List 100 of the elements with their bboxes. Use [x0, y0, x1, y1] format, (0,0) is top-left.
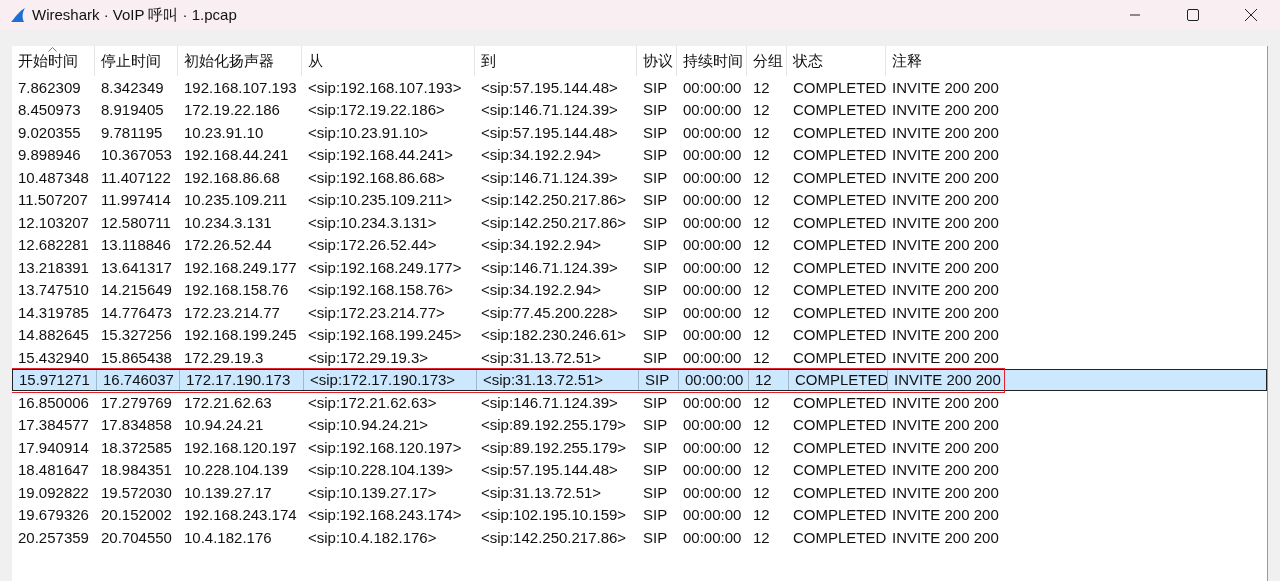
table-cell: <sip:172.17.190.173> [303, 369, 476, 390]
table-cell-text: COMPLETED [792, 100, 886, 121]
table-cell-text: INVITE 200 200 [891, 145, 1000, 166]
table-cell-text: 15.865438 [100, 347, 173, 368]
table-cell-text: 17.834858 [100, 415, 173, 436]
table-cell-text: 19.092822 [17, 482, 90, 503]
table-cell-text: 16.850006 [17, 392, 90, 413]
table-cell-text: <sip:192.168.107.193> [307, 77, 463, 98]
table-cell-text: <sip:146.71.124.39> [480, 392, 619, 413]
table-cell-text: 9.781195 [100, 122, 164, 143]
table-cell-text: 9.020355 [17, 122, 82, 143]
table-cell-text: INVITE 200 200 [891, 347, 1000, 368]
table-cell-text: 18.481647 [17, 460, 90, 481]
table-cell-text: <sip:10.23.91.10> [307, 122, 430, 143]
table-cell-text: COMPLETED [792, 460, 886, 481]
table-cell: 16.746037 [96, 369, 179, 390]
column-header[interactable]: 从 [302, 46, 475, 76]
column-header[interactable]: 状态 [787, 46, 886, 76]
table-cell-text: <sip:89.192.255.179> [480, 437, 628, 458]
table-cell-text: <sip:182.230.246.61> [480, 325, 628, 346]
maximize-icon [1186, 8, 1200, 22]
table-cell-text: 00:00:00 [682, 460, 743, 481]
table-cell-text: 20.704550 [100, 527, 173, 548]
table-cell-text: COMPLETED [792, 437, 886, 458]
table-cell-text: 00:00:00 [682, 190, 743, 211]
table-cell-text: 14.319785 [17, 302, 90, 323]
table-cell-text: <sip:172.23.214.77> [307, 302, 446, 323]
table-cell-text: COMPLETED [792, 122, 886, 143]
table-cell-text: 00:00:00 [682, 325, 743, 346]
table-cell-text: <sip:192.168.199.245> [307, 325, 463, 346]
table-cell-text: 00:00:00 [682, 505, 743, 526]
column-header[interactable]: 协议 [637, 46, 677, 76]
table-cell-text: SIP [642, 437, 669, 458]
table-cell-text: SIP [642, 145, 669, 166]
table-cell-text: 11.997414 [100, 190, 172, 211]
column-header[interactable]: 初始化扬声器 [178, 46, 302, 76]
column-header[interactable]: 注释 [886, 46, 1267, 76]
table-cell-text: 172.21.62.63 [183, 392, 273, 413]
table-cell-text: 14.776473 [100, 302, 173, 323]
table-cell-text: INVITE 200 200 [891, 235, 1000, 256]
table-cell-text: 20.257359 [17, 527, 90, 548]
column-header[interactable]: 到 [475, 46, 637, 76]
table-cell-text: INVITE 200 200 [891, 257, 1000, 278]
table-cell-text: SIP [642, 482, 669, 503]
column-header[interactable]: 停止时间 [95, 46, 178, 76]
table-cell-text: 12 [752, 347, 771, 368]
table-cell-text: 12 [752, 527, 771, 548]
table-cell-text: 172.23.214.77 [183, 302, 281, 323]
table-cell-text: 18.984351 [100, 460, 173, 481]
table-cell-text: 00:00:00 [682, 347, 743, 368]
table-cell-text: <sip:146.71.124.39> [480, 100, 619, 121]
table-cell-text: 12 [752, 437, 771, 458]
window-title: Wireshark · VoIP 呼叫 · 1.pcap [32, 5, 238, 25]
table-cell-text: 11.407122 [100, 167, 172, 188]
selected-row[interactable]: 15.971271 16.746037 172.17.190.173 <sip:172.17.190.173> <sip:31.13.72.51> SIP 00:00:00 12 COMPLETED INVITE 200 200 [12, 368, 1267, 391]
table-cell-text: 12 [752, 302, 771, 323]
table-cell-text: INVITE 200 200 [891, 100, 1000, 121]
table-cell-text: 12 [752, 325, 771, 346]
table-cell: COMPLETED [788, 369, 887, 390]
table-cell-text: 13.218391 [17, 257, 90, 278]
table-cell-text: SIP [642, 280, 669, 301]
table-cell-text: SIP [642, 505, 669, 526]
table-cell-text: 00:00:00 [682, 167, 743, 188]
table-cell-text: <sip:192.168.86.68> [307, 167, 446, 188]
table-cell-text: 00:00:00 [682, 257, 743, 278]
table-cell-text: <sip:10.94.24.21> [307, 415, 430, 436]
table-cell-text: INVITE 200 200 [891, 505, 1000, 526]
column-header[interactable]: 持续时间 [677, 46, 747, 76]
column-header[interactable]: 开始时间 [12, 46, 95, 76]
table-cell-text: 20.152002 [100, 505, 173, 526]
table-cell-text: INVITE 200 200 [891, 77, 1000, 98]
table-cell-text: 192.168.86.68 [183, 167, 281, 188]
table-cell: 00:00:00 [678, 369, 748, 390]
table-cell-text: <sip:102.195.10.159> [480, 505, 628, 526]
table-cell-text: 00:00:00 [682, 100, 743, 121]
table-cell-text: 12 [752, 392, 771, 413]
table-cell-text: INVITE 200 200 [891, 415, 1000, 436]
table-cell: SIP [638, 369, 678, 390]
column-header[interactable]: 分组 [747, 46, 787, 76]
table-cell-text: 12 [752, 257, 771, 278]
table-cell-text: 192.168.249.177 [183, 257, 298, 278]
table-cell-text: <sip:31.13.72.51> [480, 347, 603, 368]
table-cell-text: 192.168.44.241 [183, 145, 290, 166]
table-cell-text: <sip:57.195.144.48> [480, 122, 619, 143]
table-cell-text: <sip:77.45.200.228> [480, 302, 619, 323]
table-cell-text: <sip:192.168.249.177> [307, 257, 463, 278]
table-cell-text: 17.279769 [100, 392, 173, 413]
table-cell-text: 7.862309 [17, 77, 82, 98]
table-cell-text: 192.168.199.245 [183, 325, 298, 346]
table-cell-text: INVITE 200 200 [891, 392, 1000, 413]
table-cell-text: 8.450973 [17, 100, 82, 121]
table-cell-text: <sip:10.139.27.17> [307, 482, 438, 503]
table-cell-text: SIP [642, 392, 669, 413]
table-cell-text: <sip:172.26.52.44> [307, 235, 438, 256]
table-cell-text: 12 [752, 122, 771, 143]
table-cell-text: <sip:142.250.217.86> [480, 190, 628, 211]
table-cell-text: 9.898946 [17, 145, 82, 166]
table-cell-text: 12 [752, 190, 771, 211]
table-cell-text: 12 [752, 235, 771, 256]
table-cell-text: INVITE 200 200 [891, 482, 1000, 503]
